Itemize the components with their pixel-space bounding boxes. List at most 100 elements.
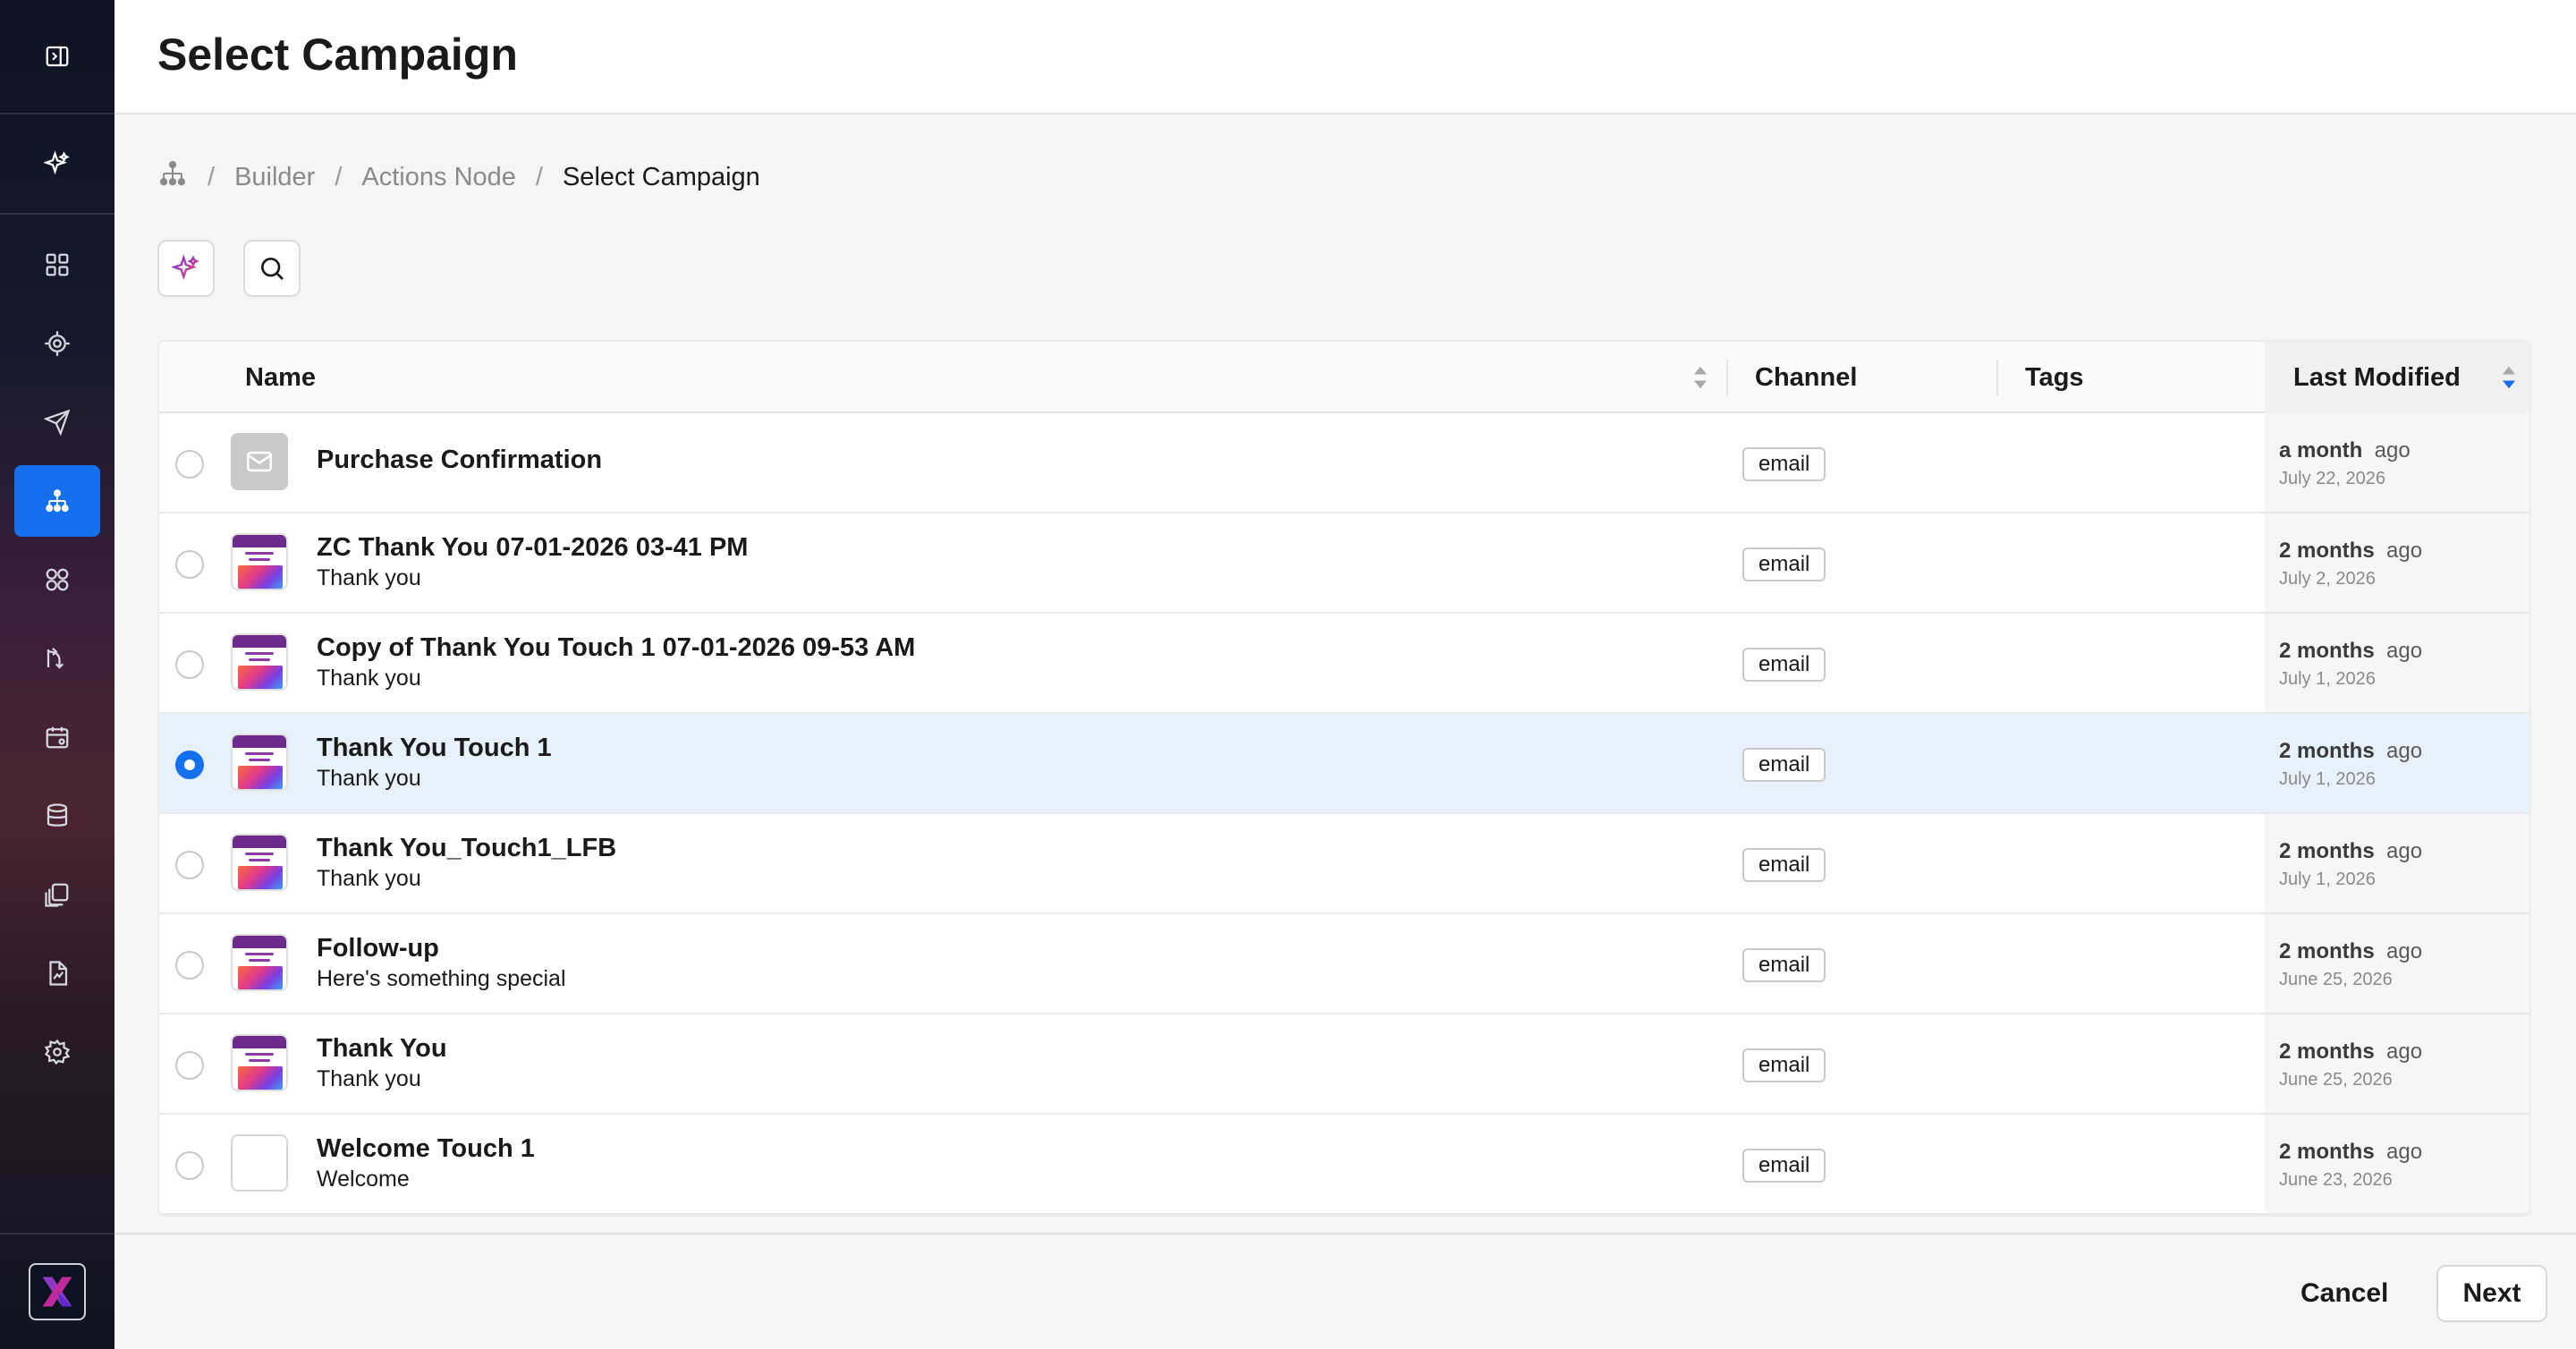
- sidebar-item-settings[interactable]: [14, 1016, 100, 1088]
- brand-logo-icon: [42, 1277, 72, 1307]
- campaign-subject: Thank you: [317, 866, 421, 891]
- breadcrumb-home[interactable]: [157, 158, 188, 196]
- channel-badge: email: [1742, 447, 1826, 481]
- last-modified-date: July 1, 2026: [2279, 870, 2376, 889]
- row-radio[interactable]: [175, 550, 204, 579]
- column-header-last-modified[interactable]: Last Modified: [2293, 342, 2461, 413]
- last-modified-date: July 22, 2026: [2279, 469, 2385, 488]
- sidebar-item-dashboard[interactable]: [14, 229, 100, 301]
- journey-icon: [46, 489, 69, 513]
- campaign-name: ZC Thank You 07-01-2026 03-41 PM: [317, 533, 749, 562]
- search-button[interactable]: [243, 240, 301, 297]
- campaign-thumbnail: [231, 734, 288, 791]
- channel-badge: email: [1742, 948, 1826, 982]
- sidebar-item-segments[interactable]: [14, 544, 100, 615]
- collapse-sidebar-button[interactable]: [0, 0, 114, 115]
- page-header: Select Campaign: [114, 0, 2576, 115]
- campaign-subject: Thank you: [317, 1066, 421, 1091]
- row-radio[interactable]: [175, 751, 204, 779]
- sidebar-item-reports[interactable]: [14, 938, 100, 1009]
- campaign-thumbnail: [231, 533, 288, 590]
- campaign-subject: Thank you: [317, 766, 421, 791]
- ai-sparkle-icon: [172, 254, 199, 281]
- campaign-thumbnail: [231, 834, 288, 891]
- campaign-table: Name Channel Tags Last Modified Purchase…: [157, 340, 2531, 1217]
- breadcrumb-builder[interactable]: Builder: [234, 163, 315, 192]
- dialog-footer: Cancel Next: [114, 1233, 2576, 1349]
- last-modified-date: June 25, 2026: [2279, 1070, 2393, 1090]
- last-modified-relative: 2 months ago: [2279, 739, 2423, 763]
- column-header-tags[interactable]: Tags: [2025, 342, 2084, 413]
- table-row[interactable]: Follow-up Here's something special email…: [159, 914, 2529, 1014]
- sidebar-item-data[interactable]: [14, 780, 100, 852]
- breadcrumb-actions-node[interactable]: Actions Node: [361, 163, 516, 192]
- sort-icon[interactable]: [1692, 365, 1708, 390]
- ai-sparkle-icon: [44, 150, 70, 175]
- mail-icon: [246, 451, 273, 472]
- ai-assistant-button[interactable]: [0, 115, 114, 215]
- row-radio[interactable]: [175, 1151, 204, 1180]
- campaign-name: Thank You: [317, 1034, 447, 1063]
- breadcrumb-separator: /: [535, 162, 543, 191]
- table-row[interactable]: Thank You_Touch1_LFB Thank you email 2 m…: [159, 814, 2529, 914]
- last-modified-relative: 2 months ago: [2279, 539, 2423, 563]
- sidebar-item-calendar[interactable]: [14, 701, 100, 773]
- table-row[interactable]: Thank You Thank you email 2 months ago J…: [159, 1014, 2529, 1115]
- column-header-name[interactable]: Name: [245, 342, 316, 413]
- table-row[interactable]: Purchase Confirmation email a month ago …: [159, 413, 2529, 513]
- campaign-name: Purchase Confirmation: [317, 445, 603, 474]
- table-row-selected[interactable]: Thank You Touch 1 Thank you email 2 mont…: [159, 714, 2529, 814]
- sidebar: [0, 0, 114, 1349]
- sidebar-item-rules[interactable]: [14, 623, 100, 694]
- campaign-subject: Here's something special: [317, 966, 566, 991]
- table-row[interactable]: Copy of Thank You Touch 1 07-01-2026 09-…: [159, 614, 2529, 714]
- breadcrumb-separator: /: [208, 162, 216, 191]
- ai-search-button[interactable]: [157, 240, 215, 297]
- library-icon: [45, 883, 69, 907]
- campaign-subject: Thank you: [317, 565, 421, 590]
- channel-badge: email: [1742, 1048, 1826, 1082]
- table-row[interactable]: ZC Thank You 07-01-2026 03-41 PM Thank y…: [159, 513, 2529, 614]
- table-header: Name Channel Tags Last Modified: [159, 342, 2529, 413]
- sort-desc-icon[interactable]: [2501, 365, 2517, 390]
- campaign-subject: Thank you: [317, 666, 421, 691]
- row-radio[interactable]: [175, 650, 204, 679]
- campaign-subject: Welcome: [317, 1167, 410, 1192]
- row-radio[interactable]: [175, 951, 204, 980]
- channel-badge: email: [1742, 547, 1826, 581]
- sidebar-item-targets[interactable]: [14, 308, 100, 379]
- journey-icon: [159, 160, 186, 186]
- reports-icon: [49, 961, 68, 986]
- sidebar-item-library[interactable]: [14, 859, 100, 930]
- column-header-channel[interactable]: Channel: [1755, 342, 1857, 413]
- campaign-thumbnail: [231, 633, 288, 691]
- row-radio[interactable]: [175, 851, 204, 879]
- brand-area: [0, 1233, 114, 1349]
- calendar-icon: [46, 726, 69, 749]
- page-title: Select Campaign: [157, 30, 518, 80]
- last-modified-relative: 2 months ago: [2279, 639, 2423, 663]
- row-radio[interactable]: [175, 1051, 204, 1080]
- sidebar-item-journeys[interactable]: [14, 465, 100, 537]
- segments-icon: [46, 568, 69, 591]
- column-divider: [1996, 360, 1998, 395]
- channel-badge: email: [1742, 848, 1826, 882]
- row-radio[interactable]: [175, 450, 204, 479]
- channel-badge: email: [1742, 648, 1826, 682]
- target-icon: [45, 331, 70, 356]
- last-modified-relative: 2 months ago: [2279, 1140, 2423, 1164]
- channel-badge: email: [1742, 748, 1826, 782]
- campaign-name: Follow-up: [317, 934, 439, 963]
- table-row[interactable]: Welcome Touch 1 Welcome email 2 months a…: [159, 1115, 2529, 1215]
- campaign-name: Thank You Touch 1: [317, 734, 552, 762]
- campaign-thumbnail: [231, 1034, 288, 1091]
- brand-logo[interactable]: [29, 1263, 86, 1320]
- last-modified-date: July 1, 2026: [2279, 669, 2376, 689]
- next-button[interactable]: Next: [2436, 1265, 2547, 1322]
- breadcrumb: / Builder / Actions Node / Select Campai…: [157, 157, 760, 197]
- send-icon: [44, 409, 71, 436]
- sidebar-item-campaigns[interactable]: [14, 386, 100, 458]
- column-divider: [1726, 360, 1728, 395]
- cancel-button[interactable]: Cancel: [2279, 1265, 2410, 1322]
- last-modified-relative: 2 months ago: [2279, 939, 2423, 963]
